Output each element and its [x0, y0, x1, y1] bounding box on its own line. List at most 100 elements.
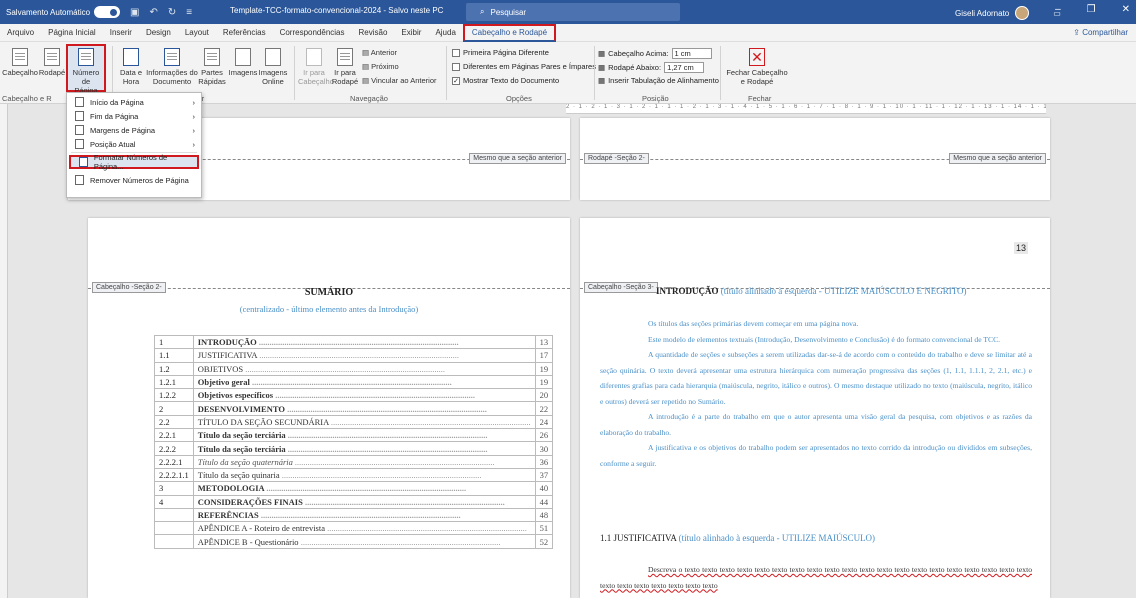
tab-revisao[interactable]: Revisão: [352, 24, 395, 42]
header-section-tag: Cabeçalho -Seção 3-: [584, 282, 658, 293]
group-label-header-footer: Cabeçalho e R: [2, 94, 52, 103]
share-button[interactable]: ⇪ Compartilhar: [1073, 28, 1128, 37]
undo-icon[interactable]: ↶: [150, 7, 158, 18]
previous-label: Anterior: [370, 48, 398, 57]
footer-button[interactable]: Rodapé: [38, 48, 66, 77]
tab-arquivo[interactable]: Arquivo: [0, 24, 41, 42]
autosave-toggle[interactable]: [94, 6, 121, 18]
menu-item-remove-page-numbers[interactable]: Remover Números de Página: [67, 173, 201, 187]
footer-position-icon: ▦: [598, 63, 606, 72]
tab-ajuda[interactable]: Ajuda: [428, 24, 462, 42]
header-button[interactable]: Cabeçalho: [2, 48, 38, 77]
menu-item-label: Fim da Página: [90, 111, 139, 121]
search-box[interactable]: ⌕ Pesquisar: [466, 3, 680, 21]
introduction-title: INTRODUÇÃO: [656, 286, 719, 296]
tab-inserir[interactable]: Inserir: [103, 24, 139, 42]
link-to-previous-button[interactable]: ▤ Vincular ao Anterior: [362, 76, 437, 85]
toc-title[interactable]: Objetivos específicos ..................…: [192, 388, 536, 403]
toc-title[interactable]: JUSTIFICATIVA ..........................…: [192, 348, 536, 363]
same-as-previous-tag: Mesmo que a seção anterior: [949, 153, 1046, 164]
toc-page: 48: [534, 507, 554, 523]
toc-number: 2.2.2.1: [154, 454, 194, 469]
different-first-page-checkbox[interactable]: Primeira Página Diferente: [452, 48, 549, 57]
checkbox-box-checked[interactable]: ✓: [452, 76, 460, 85]
restore-icon[interactable]: ❐: [1087, 4, 1096, 15]
introduction-body: Os títulos das seções primárias devem co…: [600, 316, 1032, 471]
toc-title[interactable]: CONSIDERAÇÕES FINAIS ...................…: [192, 494, 536, 509]
toc-title[interactable]: OBJETIVOS ..............................…: [192, 361, 536, 376]
date-time-button[interactable]: Data e Hora: [116, 48, 146, 86]
divider: [446, 46, 447, 100]
tab-design[interactable]: Design: [139, 24, 178, 42]
footer-bottom-input[interactable]: 1,27 cm: [664, 62, 705, 73]
toc-title[interactable]: TÍTULO DA SEÇÃO SECUNDÁRIA .............…: [192, 414, 536, 430]
page-number-label: Número de Página: [72, 68, 100, 95]
autosave[interactable]: Salvamento Automático: [6, 6, 121, 18]
page-number-button[interactable]: Número de Página: [66, 44, 106, 95]
checkbox-box[interactable]: [452, 48, 460, 57]
toc-title[interactable]: Título da seção terciária ..............…: [192, 428, 536, 443]
tab-cabecalho-rodape[interactable]: Cabeçalho e Rodapé: [462, 23, 557, 42]
toc-title[interactable]: Título da seção quinaria ...............…: [192, 467, 536, 483]
toc-title[interactable]: APÊNDICE B - Questionário ..............…: [192, 534, 536, 549]
odd-even-checkbox[interactable]: Diferentes em Páginas Pares e Ímpares: [452, 62, 596, 71]
show-document-text-label: Mostrar Texto do Documento: [463, 76, 560, 85]
customize-qat-icon[interactable]: ≡: [186, 7, 192, 18]
redo-icon[interactable]: ↻: [168, 7, 176, 18]
close-icon[interactable]: ✕: [1122, 4, 1130, 15]
toc-title[interactable]: Objetivo geral .........................…: [192, 374, 536, 390]
toc-title[interactable]: REFERÊNCIAS ............................…: [192, 507, 536, 523]
horizontal-ruler[interactable]: 2 · 1 · 2 · 1 · 3 · 1 · 2 · 1 · 1 · 1 · …: [566, 104, 1046, 114]
menu-item-bottom-of-page[interactable]: Fim da Página ›: [67, 109, 201, 123]
different-first-page-label: Primeira Página Diferente: [463, 48, 549, 57]
user-account[interactable]: Giseli Adornato ▭: [955, 6, 1061, 20]
toc-title-text: METODOLOGIA: [197, 483, 265, 494]
toc-title[interactable]: METODOLOGIA ............................…: [192, 481, 536, 496]
footer-label: Rodapé: [38, 68, 66, 77]
menu-item-format-page-numbers[interactable]: Formatar Números de Página...: [69, 153, 199, 171]
tab-correspondencias[interactable]: Correspondências: [273, 24, 352, 42]
go-to-footer-button[interactable]: Ir para Rodapé: [330, 48, 360, 86]
toc-title[interactable]: DESENVOLVIMENTO ........................…: [192, 401, 536, 416]
table-row: 1.2.1 Objetivo geral ....................…: [154, 374, 554, 390]
save-icon[interactable]: ▣: [130, 7, 139, 18]
minimize-icon[interactable]: –: [1055, 4, 1061, 15]
menu-item-page-margins[interactable]: Margens de Página ›: [67, 123, 201, 137]
tab-pagina-inicial[interactable]: Página Inicial: [41, 24, 103, 42]
toc-title[interactable]: INTRODUÇÃO .............................…: [192, 334, 536, 350]
avatar[interactable]: [1015, 6, 1030, 20]
current-position-icon: [75, 139, 84, 149]
footer-bottom-label: Rodapé Abaixo:: [608, 63, 662, 72]
toc-number: 2: [154, 401, 194, 416]
toc-title[interactable]: Título da seção terciária ..............…: [192, 441, 536, 456]
checkbox-box[interactable]: [452, 62, 460, 71]
menu-item-current-position[interactable]: Posição Atual ›: [67, 137, 201, 151]
tab-referencias[interactable]: Referências: [216, 24, 273, 42]
document-info-button[interactable]: Informações do Documento: [146, 48, 198, 86]
previous-button[interactable]: ▤ Anterior: [362, 48, 397, 57]
next-icon: ▤: [362, 62, 372, 71]
tab-exibir[interactable]: Exibir: [394, 24, 428, 42]
pictures-button[interactable]: Imagens: [228, 48, 258, 77]
paragraph: A justificativa e os objetivos do trabal…: [600, 443, 1032, 468]
footer-bottom-spinner: ▦ Rodapé Abaixo: 1,27 cm: [598, 62, 705, 73]
quick-parts-button[interactable]: Partes Rápidas: [198, 48, 226, 86]
toc-title-text: REFERÊNCIAS: [197, 510, 259, 520]
vertical-ruler[interactable]: [0, 104, 8, 598]
close-header-footer-button[interactable]: ✕ Fechar Cabeçalho e Rodapé: [724, 48, 790, 86]
tab-layout[interactable]: Layout: [178, 24, 216, 42]
header-top-input[interactable]: 1 cm: [671, 48, 712, 59]
menu-item-top-of-page[interactable]: Início da Página ›: [67, 95, 201, 109]
toc-leader: ........................................…: [302, 496, 505, 507]
go-to-header-button[interactable]: Ir para Cabeçalho: [298, 48, 334, 86]
insert-alignment-tab-button[interactable]: ▦ Inserir Tabulação de Alinhamento: [598, 76, 719, 85]
online-pictures-button[interactable]: Imagens Online: [258, 48, 288, 86]
toc-title[interactable]: Título da seção quaternária ............…: [192, 454, 536, 469]
document-info-icon: [164, 48, 180, 66]
document-title[interactable]: Template-TCC-formato-convencional-2024 -…: [230, 6, 443, 15]
search-placeholder: Pesquisar: [490, 7, 527, 17]
toc-title[interactable]: APÊNDICE A - Roteiro de entrevista .....…: [192, 521, 536, 536]
chevron-right-icon: ›: [192, 111, 196, 121]
show-document-text-checkbox[interactable]: ✓ Mostrar Texto do Documento: [452, 76, 559, 85]
next-button[interactable]: ▤ Próximo: [362, 62, 399, 71]
